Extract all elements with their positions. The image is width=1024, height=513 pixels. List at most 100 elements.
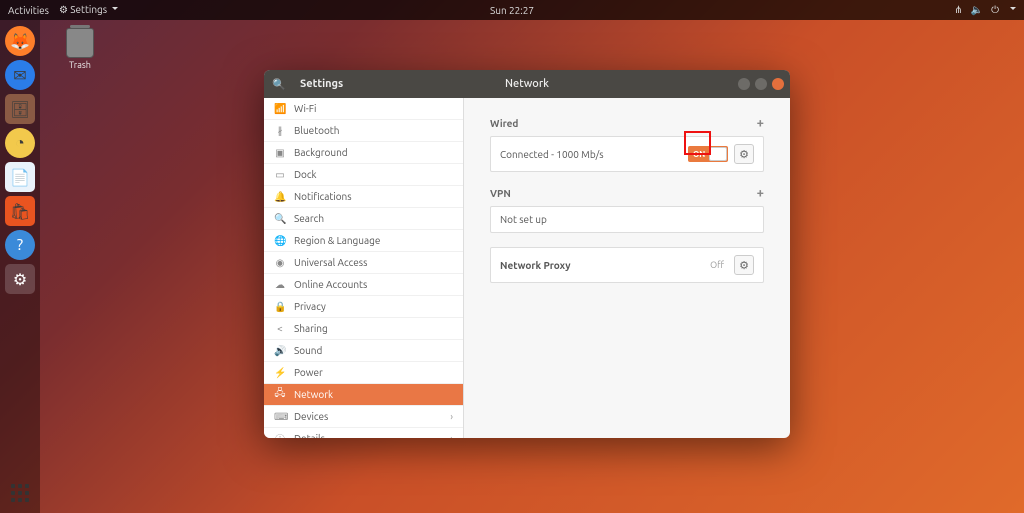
activities-button[interactable]: Activities — [8, 5, 49, 16]
wired-settings-button[interactable]: ⚙ — [734, 144, 754, 164]
sidebar-item-network[interactable]: 🖧Network — [264, 384, 463, 406]
dock-help[interactable]: ? — [5, 230, 35, 260]
dock-files[interactable]: 🗄 — [5, 94, 35, 124]
sidebar-item-label: Sharing — [294, 323, 328, 334]
sidebar-icon: < — [274, 323, 286, 334]
app-menu[interactable]: ⚙ Settings — [59, 4, 118, 16]
trash-label: Trash — [56, 60, 104, 70]
sidebar-item-label: Notifications — [294, 191, 352, 202]
settings-sidebar: 📶Wi-Fi ∦ Bluetooth ▣Background ▭ Dock 🔔 Notific… — [264, 98, 464, 438]
sidebar-item-label: Region & Language — [294, 235, 380, 246]
window-titlebar[interactable]: 🔍 Settings Network — [264, 70, 790, 98]
sidebar-item-label: Universal Access — [294, 257, 367, 268]
sidebar-icon: ⌨ — [274, 411, 286, 423]
power-indicator-icon[interactable]: ⏻ — [991, 4, 999, 16]
wired-status: Connected - 1000 Mb/s — [500, 149, 604, 160]
chevron-down-icon — [112, 7, 118, 13]
network-proxy-row: Network Proxy Off ⚙ — [490, 247, 764, 283]
settings-content: Wired + Connected - 1000 Mb/s ON ⚙ — [464, 98, 790, 438]
sidebar-item-privacy[interactable]: 🔒 Privacy — [264, 296, 463, 318]
dock-writer[interactable]: 📄 — [5, 162, 35, 192]
vpn-status: Not set up — [500, 214, 547, 225]
sidebar-item-notifications[interactable]: 🔔 Notifications — [264, 186, 463, 208]
sidebar-item-region-language[interactable]: 🌐 Region & Language — [264, 230, 463, 252]
gear-icon: ⚙ — [739, 259, 749, 272]
sidebar-item-search[interactable]: 🔍 Search — [264, 208, 463, 230]
clock[interactable]: Sun 22:27 — [490, 5, 534, 16]
window-maximize-button[interactable] — [755, 78, 767, 90]
show-applications-button[interactable] — [8, 481, 32, 505]
sidebar-icon: ☁ — [274, 279, 286, 291]
window-minimize-button[interactable] — [738, 78, 750, 90]
proxy-section: Network Proxy Off ⚙ — [490, 247, 764, 283]
search-icon[interactable]: 🔍 — [264, 78, 294, 91]
sidebar-item-wi-fi[interactable]: 📶Wi-Fi — [264, 98, 463, 120]
gear-icon: ⚙ — [739, 148, 749, 161]
dock-settings[interactable]: ⚙ — [5, 264, 35, 294]
sidebar-item-label: Details — [294, 433, 325, 438]
sidebar-icon: 🔒 — [274, 301, 286, 313]
vpn-title: VPN — [490, 188, 511, 199]
sidebar-item-dock[interactable]: ▭ Dock — [264, 164, 463, 186]
sidebar-item-label: Bluetooth — [294, 125, 339, 136]
sidebar-icon: 🔔 — [274, 191, 286, 203]
toggle-label: ON — [693, 150, 705, 159]
sidebar-icon: ◉ — [274, 257, 286, 269]
chevron-right-icon: › — [450, 411, 453, 422]
sidebar-item-online-accounts[interactable]: ☁ Online Accounts — [264, 274, 463, 296]
vpn-status-row: Not set up — [490, 206, 764, 233]
toggle-knob — [709, 147, 727, 161]
top-panel: Activities ⚙ Settings Sun 22:27 ⋔ 🔈 ⏻ — [0, 0, 1024, 20]
sidebar-icon: ⚡ — [274, 367, 286, 379]
sound-indicator-icon[interactable]: 🔈 — [971, 4, 983, 16]
desktop-trash[interactable]: Trash — [56, 28, 104, 70]
sidebar-item-power[interactable]: ⚡ Power — [264, 362, 463, 384]
sidebar-item-universal-access[interactable]: ◉ Universal Access — [264, 252, 463, 274]
sidebar-icon: 🔍 — [274, 213, 286, 225]
trash-icon — [66, 28, 94, 58]
sidebar-icon: ⓘ — [274, 431, 286, 438]
window-title: Settings — [294, 78, 464, 90]
dock-thunderbird[interactable]: ✉ — [5, 60, 35, 90]
sidebar-item-label: Power — [294, 367, 323, 378]
sidebar-item-label: Sound — [294, 345, 322, 356]
wired-connection-row: Connected - 1000 Mb/s ON ⚙ — [490, 136, 764, 172]
chevron-right-icon: › — [450, 433, 453, 438]
dock-rhythmbox[interactable]: ◔ — [5, 128, 35, 158]
sidebar-item-sharing[interactable]: < Sharing — [264, 318, 463, 340]
sidebar-item-label: Privacy — [294, 301, 326, 312]
sidebar-item-label: Dock — [294, 169, 317, 180]
settings-window: 🔍 Settings Network 📶Wi-Fi ∦ Bluetooth ▣Back… — [264, 70, 790, 438]
dock-firefox[interactable]: 🦊 — [5, 26, 35, 56]
app-menu-label: Settings — [70, 4, 107, 15]
wired-toggle[interactable]: ON — [688, 146, 728, 162]
sidebar-item-details[interactable]: ⓘ Details › — [264, 428, 463, 438]
wired-section: Wired + Connected - 1000 Mb/s ON ⚙ — [490, 116, 764, 172]
window-close-button[interactable] — [772, 78, 784, 90]
sidebar-icon: ∦ — [274, 125, 286, 137]
sidebar-item-label: Wi-Fi — [294, 103, 316, 114]
chevron-down-icon — [1010, 7, 1016, 13]
page-title: Network — [505, 78, 549, 90]
add-vpn-button[interactable]: + — [757, 186, 764, 200]
sidebar-item-devices[interactable]: ⌨ Devices › — [264, 406, 463, 428]
sidebar-item-label: Devices — [294, 411, 328, 422]
proxy-value: Off — [710, 260, 724, 270]
add-wired-button[interactable]: + — [757, 116, 764, 130]
sidebar-item-bluetooth[interactable]: ∦ Bluetooth — [264, 120, 463, 142]
proxy-label: Network Proxy — [500, 260, 571, 271]
proxy-settings-button[interactable]: ⚙ — [734, 255, 754, 275]
sidebar-item-label: Background — [294, 147, 348, 158]
sidebar-item-background[interactable]: ▣Background — [264, 142, 463, 164]
sidebar-icon: ▭ — [274, 169, 286, 181]
gear-icon: ⚙ — [59, 4, 68, 15]
sidebar-item-label: Online Accounts — [294, 279, 367, 290]
sidebar-icon: 🌐 — [274, 235, 286, 247]
network-indicator-icon[interactable]: ⋔ — [954, 4, 962, 16]
wired-title: Wired — [490, 118, 518, 129]
dock-software[interactable]: 🛍 — [5, 196, 35, 226]
sidebar-item-label: Search — [294, 213, 324, 224]
sidebar-item-sound[interactable]: 🔊Sound — [264, 340, 463, 362]
sidebar-icon: 🖧 — [274, 386, 286, 403]
launcher-dock: 🦊 ✉ 🗄 ◔ 📄 🛍 ? ⚙ — [0, 20, 40, 513]
